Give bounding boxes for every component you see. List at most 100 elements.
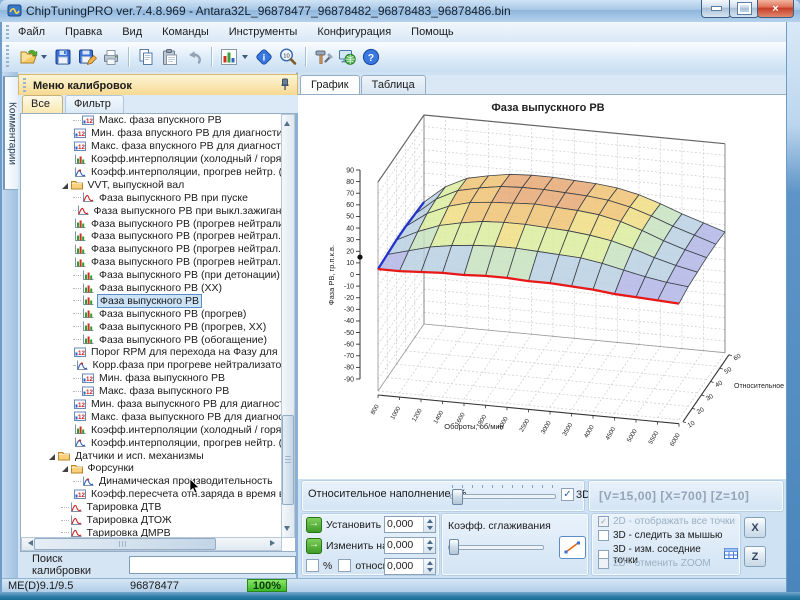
set-to-spinner[interactable]: 0,000 [384,516,436,533]
tree-item-label[interactable]: Макс. фаза впускного РВ [97,114,224,126]
option-checkbox[interactable] [598,530,609,541]
tree-vscrollbar[interactable] [281,114,295,538]
tree-item-label[interactable]: Динамическая производительность [97,475,275,487]
tree-item-label[interactable]: Датчики и исп. механизмы [73,450,206,462]
tree-item-label[interactable]: Фаза выпускного РВ (прогрев нейтрал., хо… [89,230,296,242]
tree-item[interactable]: VVT, выпускной вал [21,178,295,191]
tree-item[interactable]: 12Макс. фаза впускного РВ для диагностик… [21,140,295,153]
tree-item[interactable]: 12Мин. фаза выпускного РВ для диагностик… [21,398,295,411]
tree-item[interactable]: Фаза выпускного РВ (прогрев нейтрал., хо… [21,230,295,243]
tree-item[interactable]: 12Макс. фаза выпускного РВ [21,385,295,398]
tree-item-label[interactable]: Макс. фаза впускного РВ для диагностики [89,140,296,152]
expanded-icon[interactable] [61,464,69,472]
tree-item-label[interactable]: Фаза выпускного РВ (прогрев нейтрал., ХХ… [89,256,296,268]
tree-item-label[interactable]: Фаза выпускного РВ (при детонации) [97,269,282,281]
option-checkbox[interactable] [598,516,609,527]
tree-item[interactable]: Коэфф.интерполяции, прогрев нейтр. (холо… [21,166,295,179]
info-button[interactable]: i [252,45,276,69]
save-button[interactable] [51,45,75,69]
tree-item-label[interactable]: Мин. фаза выпускного РВ для диагностики [89,398,296,410]
print-button[interactable] [99,45,123,69]
tree-item[interactable]: Коэфф.интерполяции (холодный / горячий ) [21,153,295,166]
tree-item[interactable]: Датчики и исп. механизмы [21,449,295,462]
spinner-arrows[interactable] [423,538,435,553]
tree-item[interactable]: Фаза выпускного РВ при выкл.зажигания [21,204,295,217]
tree-item[interactable]: Динамическая производительность [21,475,295,488]
spin-down-icon[interactable] [427,526,433,533]
cal-tab-все[interactable]: Все [22,95,63,113]
help-button[interactable]: ? [359,45,383,69]
cal-tab-фильтр[interactable]: Фильтр [65,95,124,113]
option-checkbox[interactable] [598,558,609,569]
apply-change-button[interactable]: → [306,538,322,554]
set-to-value[interactable]: 0,000 [385,517,423,532]
pin-icon[interactable] [279,78,291,94]
z-axis-button[interactable]: Z [744,546,766,567]
scroll-right-icon[interactable] [270,540,278,546]
scroll-left-icon[interactable] [25,540,33,546]
window-frame-right[interactable] [786,22,800,592]
relative-checkbox[interactable] [338,559,351,572]
view-tab-table[interactable]: Таблица [361,75,426,94]
undo-button[interactable] [182,45,206,69]
tree-item[interactable]: Фаза выпускного РВ (обогащение) [21,333,295,346]
tree-item-label[interactable]: Тарировка ДТОЖ [85,514,174,526]
close-button[interactable]: × [757,0,794,18]
tree-item-label[interactable]: Тарировка ДТВ [85,501,164,513]
tree-item[interactable]: Фаза выпускного РВ при пуске [21,191,295,204]
tree-vscroll-thumb[interactable] [282,415,294,505]
copy-button[interactable] [134,45,158,69]
tree-item-label[interactable]: Фаза выпускного РВ (прогрев) [97,308,248,320]
tree-item[interactable]: Форсунки [21,462,295,475]
view-tab-graph[interactable]: График [300,75,360,94]
change-by-value[interactable]: 0,000 [385,538,423,553]
tree-item[interactable]: Фаза выпускного РВ (прогрев) [21,307,295,320]
tree-item-label[interactable]: Фаза выпускного РВ (прогрев нейтрализато… [89,218,296,230]
x-axis-button[interactable]: X [744,517,766,538]
tree-item[interactable]: Фаза выпускного РВ [21,294,295,307]
tree-item[interactable]: Тарировка ДТОЖ [21,514,295,527]
search-input[interactable] [129,556,296,574]
spin-up-icon[interactable] [427,537,433,544]
tree-item[interactable]: 12Мин. фаза впускного РВ для диагностики [21,127,295,140]
expanded-icon[interactable] [48,452,56,460]
spin-up-icon[interactable] [427,558,433,565]
minimize-button[interactable] [701,0,731,18]
tree-item[interactable]: Фаза выпускного РВ (прогрев нейтрал., ХХ… [21,243,295,256]
spin-down-icon[interactable] [427,568,433,575]
spinner-arrows[interactable] [423,559,435,574]
tree-item-label[interactable]: Фаза выпускного РВ (прогрев, ХХ) [97,321,268,333]
load-slider-thumb[interactable] [452,489,463,505]
tree-item-label[interactable]: Фаза выпускного РВ [97,294,202,308]
tree-item[interactable]: Тарировка ДТВ [21,501,295,514]
tree-item-label[interactable]: VVT, выпускной вал [86,179,187,191]
surface-chart[interactable]: -90-80-70-60-50-40-30-20-100 10 20 30 40… [298,95,786,479]
relative-spinner[interactable]: 0,000 [384,558,436,575]
tree-item[interactable]: 12Порог RPM для перехода на Фазу для реж… [21,346,295,359]
chart-view-dropdown-icon[interactable] [242,55,248,59]
tools-button[interactable] [311,45,335,69]
apply-set-button[interactable]: → [306,517,322,533]
tree-item-label[interactable]: Коэфф.интерполяции (холодный / горячий ) [89,424,296,436]
tree-item-label[interactable]: Мин. фаза выпускного РВ [97,372,227,384]
menu-конфигурация[interactable]: Конфигурация [315,24,393,40]
tree-item[interactable]: 12Макс. фаза выпускного РВ для диагности… [21,410,295,423]
menu-правка[interactable]: Правка [63,24,104,40]
tree-item-label[interactable]: Фаза выпускного РВ при пуске [97,192,250,204]
tree-hscrollbar[interactable] [21,537,282,551]
online-button[interactable] [335,45,359,69]
menu-инструменты[interactable]: Инструменты [227,24,300,40]
paste-button[interactable] [158,45,182,69]
open-file-button[interactable] [16,45,40,69]
menu-команды[interactable]: Команды [160,24,211,40]
save-as-button[interactable] [75,45,99,69]
tree-item[interactable]: Коэфф.интерполяции (холодный / горячий ) [21,423,295,436]
menu-помощь[interactable]: Помощь [409,24,456,40]
tree-item[interactable]: Коэфф.интерполяции, прогрев нейтр. (холо… [21,436,295,449]
maximize-button[interactable] [729,0,759,18]
grid-table-icon[interactable] [724,548,738,562]
scroll-up-icon[interactable] [284,118,290,126]
tree-item[interactable]: Корр.фаза при прогреве нейтрализатора [21,359,295,372]
tree-item[interactable]: Фаза выпускного РВ (ХХ) [21,282,295,295]
zoom-10-button[interactable]: 10 [276,45,300,69]
